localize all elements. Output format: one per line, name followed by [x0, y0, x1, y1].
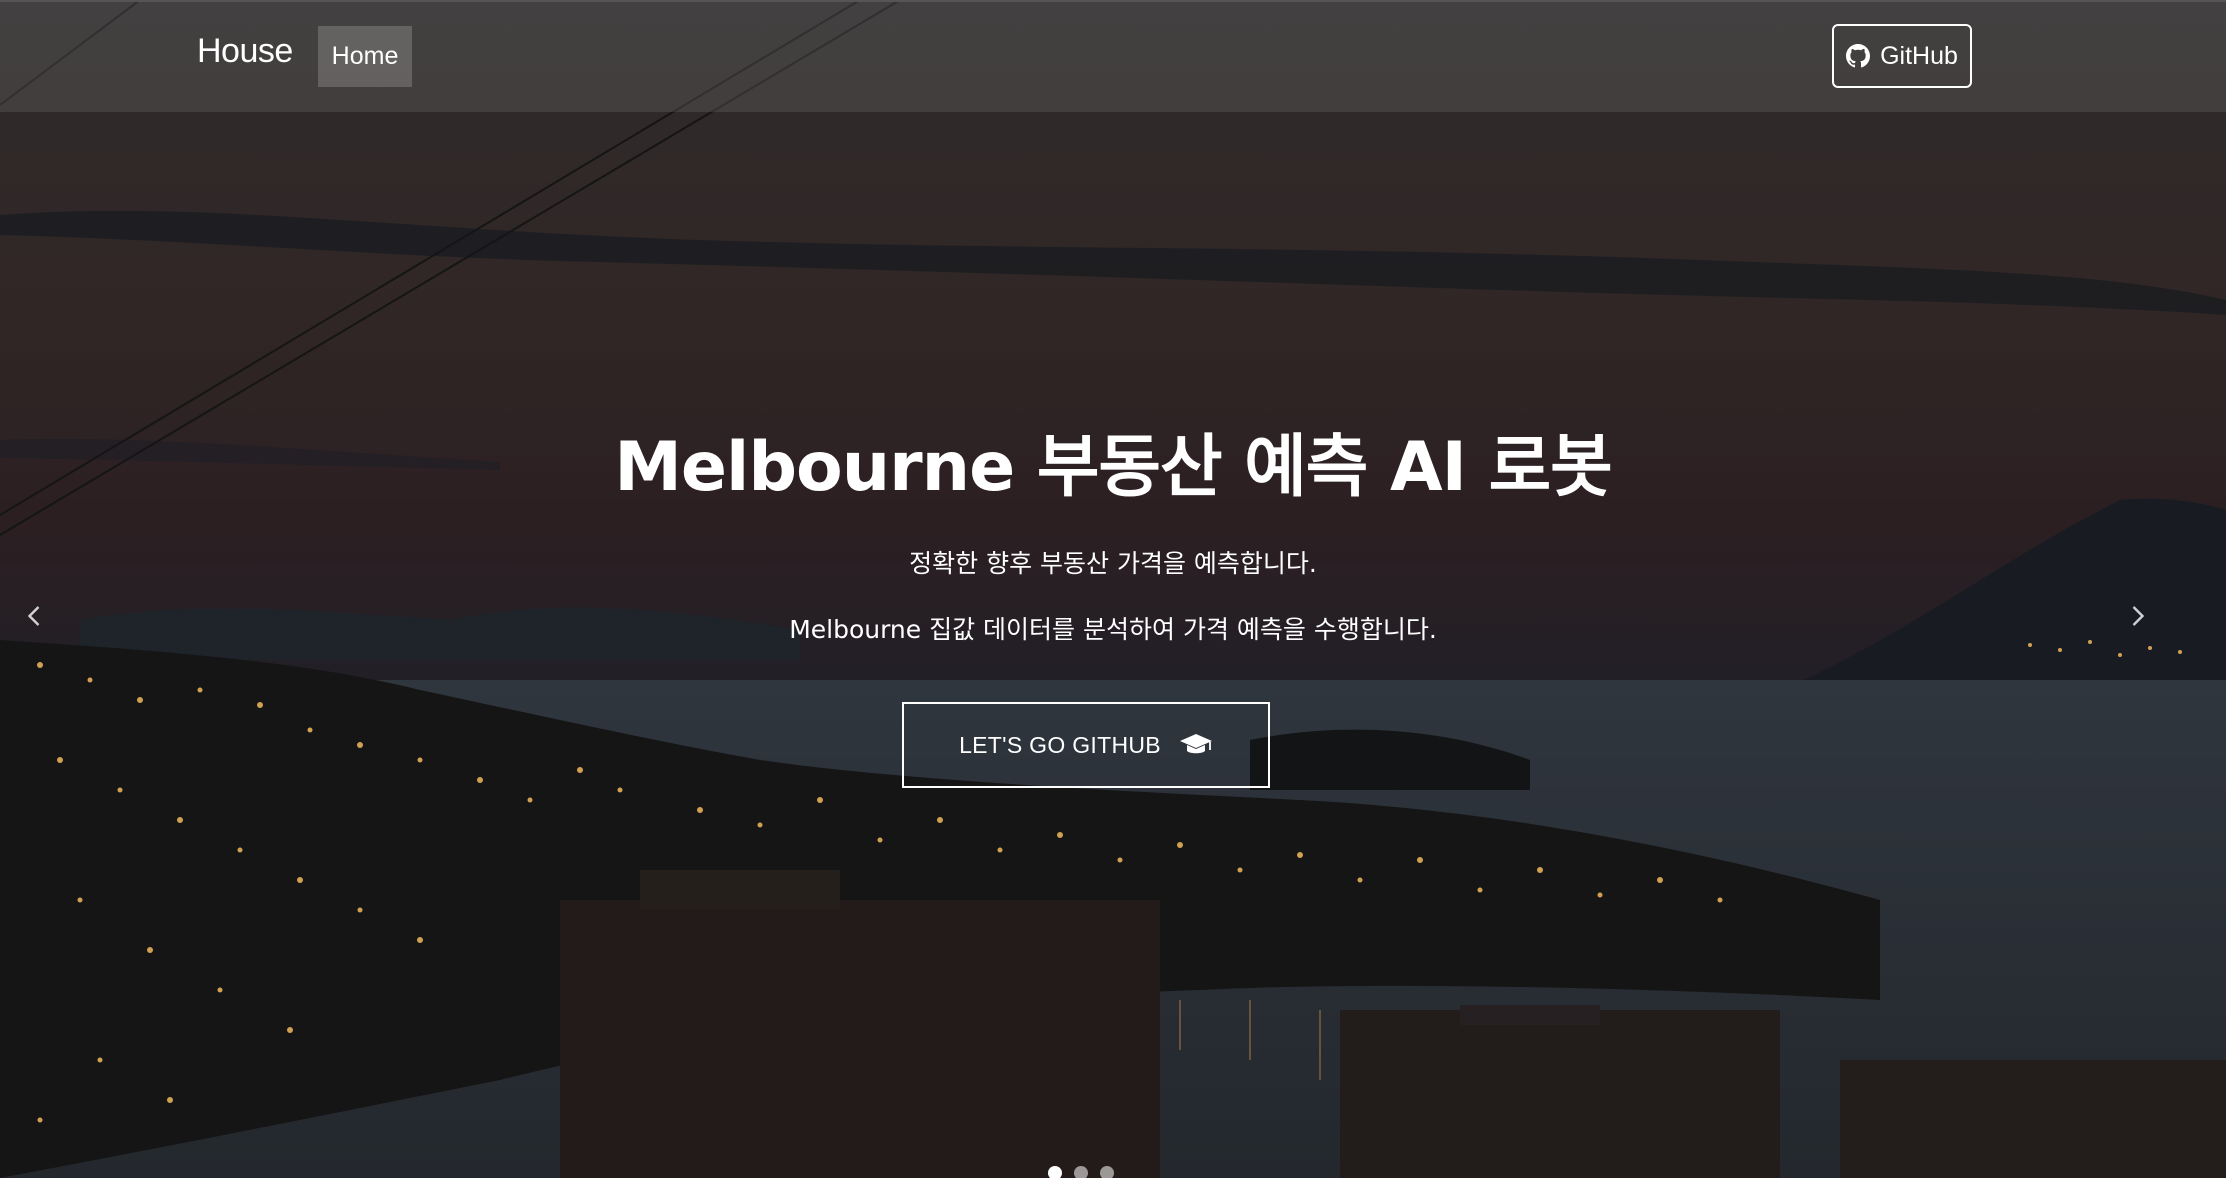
cta-label: LET'S GO GITHUB: [959, 731, 1161, 758]
github-button-label: GitHub: [1880, 41, 1958, 70]
lets-go-github-button[interactable]: LET'S GO GITHUB: [902, 702, 1270, 788]
hero-subtitle-1: 정확한 향후 부동산 가격을 예측합니다.: [909, 549, 1317, 578]
hero-subtitle-2: Melbourne 집값 데이터를 분석하여 가격 예측을 수행합니다.: [789, 615, 1437, 644]
carousel-indicator-3[interactable]: [1100, 1166, 1114, 1178]
carousel-indicator-2[interactable]: [1074, 1166, 1088, 1178]
graduation-cap-icon: [1179, 734, 1212, 754]
navbar-brand[interactable]: House: [197, 32, 293, 71]
carousel-indicators: [1048, 1166, 1114, 1178]
hero-carousel: House Home GitHub Melbourne 부동산 예측 AI 로봇…: [0, 0, 2226, 1178]
hero-caption: Melbourne 부동산 예측 AI 로봇 정확한 향후 부동산 가격을 예측…: [0, 420, 2226, 648]
github-icon: [1846, 44, 1871, 68]
github-button[interactable]: GitHub: [1832, 24, 1972, 88]
nav-item-home[interactable]: Home: [318, 26, 412, 87]
hero-title: Melbourne 부동산 예측 AI 로봇: [614, 428, 1613, 507]
navbar: House Home GitHub: [0, 0, 2226, 112]
carousel-indicator-1[interactable]: [1048, 1166, 1062, 1178]
